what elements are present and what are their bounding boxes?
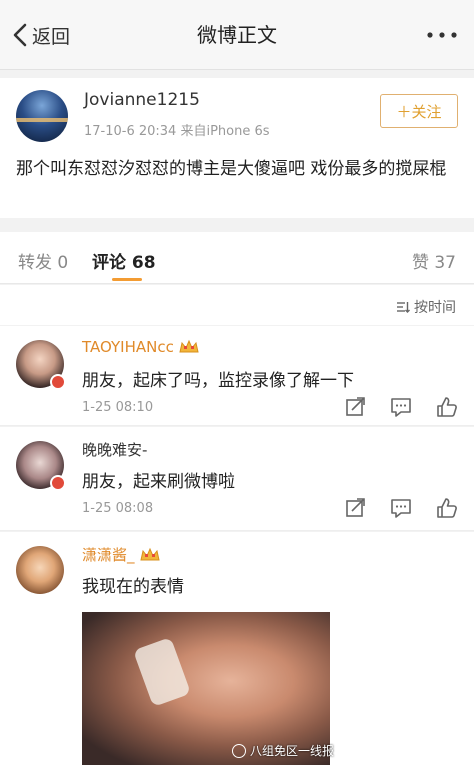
sort-bar: 按时间 xyxy=(0,285,474,325)
comment-item: 晚晚难安- 朋友，起来刷微博啦 1-25 08:08 xyxy=(0,427,474,531)
share-icon[interactable] xyxy=(344,497,366,519)
comment-username-text: TAOYIHANcc xyxy=(82,338,174,356)
comment-item: TAOYIHANcc 朋友，起床了吗，监控录像了解一下 1-25 08:10 xyxy=(0,326,474,426)
post-tabs: 转发 0 评论 68 赞 37 xyxy=(0,232,474,284)
page-title: 微博正文 xyxy=(197,23,277,47)
comment-time: 1-25 08:10 xyxy=(82,400,154,415)
comment-username-text: 潇潇酱_ xyxy=(82,546,135,564)
more-options-icon[interactable] xyxy=(424,24,460,46)
verified-badge-icon xyxy=(50,374,66,390)
comment-text: 朋友，起来刷微博啦 xyxy=(82,472,235,492)
avatar[interactable] xyxy=(16,546,64,594)
comment-actions xyxy=(344,497,458,519)
verified-badge-icon xyxy=(50,475,66,491)
watermark-text: 八组免区一线报 xyxy=(249,744,334,758)
sort-icon xyxy=(397,302,410,313)
active-tab-indicator xyxy=(112,278,142,281)
share-icon[interactable] xyxy=(344,396,366,418)
comment-username[interactable]: TAOYIHANcc xyxy=(82,338,200,356)
comment-text: 我现在的表情 xyxy=(82,577,184,597)
post-card: Jovianne1215 17-10-6 20:34 来自iPhone 6s ＋… xyxy=(0,78,474,218)
reply-icon[interactable] xyxy=(390,396,412,418)
comment-text: 朋友，起床了吗，监控录像了解一下 xyxy=(82,371,354,391)
sort-label: 按时间 xyxy=(414,300,456,316)
vip-crown-icon xyxy=(139,547,160,560)
tab-repost[interactable]: 转发 0 xyxy=(18,248,68,273)
comment-username[interactable]: 潇潇酱_ xyxy=(82,544,161,565)
post-username[interactable]: Jovianne1215 xyxy=(84,90,200,110)
like-icon[interactable] xyxy=(436,497,458,519)
comment-item: 潇潇酱_ 我现在的表情 八组免区一线报 xyxy=(0,532,474,765)
weibo-watermark-icon xyxy=(231,743,246,758)
top-nav-bar: 返回 微博正文 xyxy=(0,0,474,70)
reply-icon[interactable] xyxy=(390,497,412,519)
comment-actions xyxy=(344,396,458,418)
vip-crown-icon xyxy=(179,339,199,353)
avatar[interactable] xyxy=(16,90,68,142)
like-icon[interactable] xyxy=(436,396,458,418)
comment-time: 1-25 08:08 xyxy=(82,501,154,516)
post-meta: 17-10-6 20:34 来自iPhone 6s xyxy=(84,124,270,139)
watermark: 八组免区一线报 xyxy=(231,742,334,759)
tab-comment[interactable]: 评论 68 xyxy=(92,248,156,273)
sort-by-time-button[interactable]: 按时间 xyxy=(396,297,456,317)
tab-like[interactable]: 赞 37 xyxy=(412,248,456,273)
post-text: 那个叫东怼怼汐怼怼的博主是大傻逼吧 戏份最多的搅屎棍 xyxy=(16,159,447,179)
comment-username[interactable]: 晚晚难安- xyxy=(82,439,147,460)
follow-button[interactable]: ＋关注 xyxy=(380,94,458,128)
